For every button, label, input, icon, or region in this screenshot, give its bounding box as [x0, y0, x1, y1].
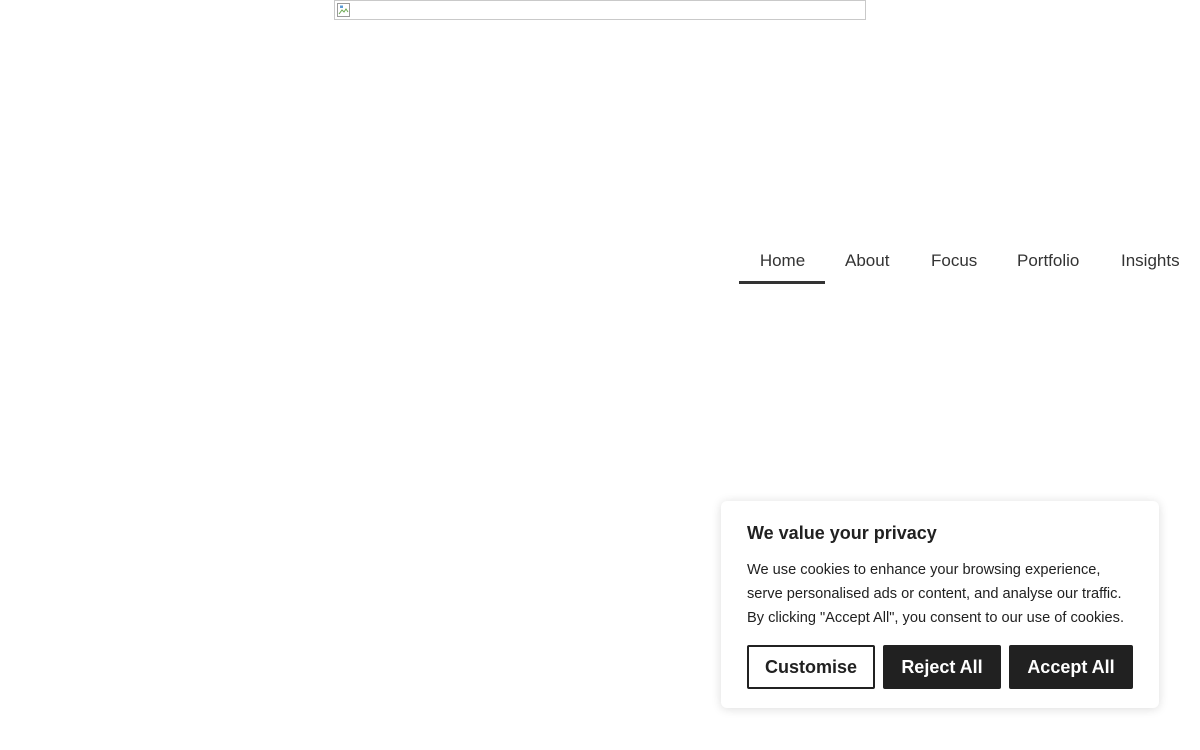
cookie-consent-banner: We value your privacy We use cookies to … — [721, 501, 1159, 708]
main-navigation: Home About Focus Portfolio Insights — [739, 240, 1180, 284]
accept-all-button[interactable]: Accept All — [1009, 645, 1133, 689]
nav-item-about[interactable]: About — [825, 240, 911, 282]
cookie-banner-text: We use cookies to enhance your browsing … — [747, 562, 1125, 626]
logo-image[interactable] — [334, 0, 866, 20]
reject-all-button[interactable]: Reject All — [883, 645, 1001, 689]
nav-item-focus[interactable]: Focus — [911, 240, 997, 282]
cookie-banner-buttons: Customise Reject All Accept All — [747, 645, 1133, 689]
cookie-banner-title: We value your privacy — [747, 523, 937, 543]
page: Home About Focus Portfolio Insights We v… — [0, 0, 1200, 750]
nav-item-portfolio[interactable]: Portfolio — [997, 240, 1099, 282]
nav-item-home[interactable]: Home — [739, 240, 825, 284]
nav-item-insights[interactable]: Insights — [1099, 240, 1180, 282]
customise-button[interactable]: Customise — [747, 645, 875, 689]
broken-image-icon — [337, 3, 350, 17]
